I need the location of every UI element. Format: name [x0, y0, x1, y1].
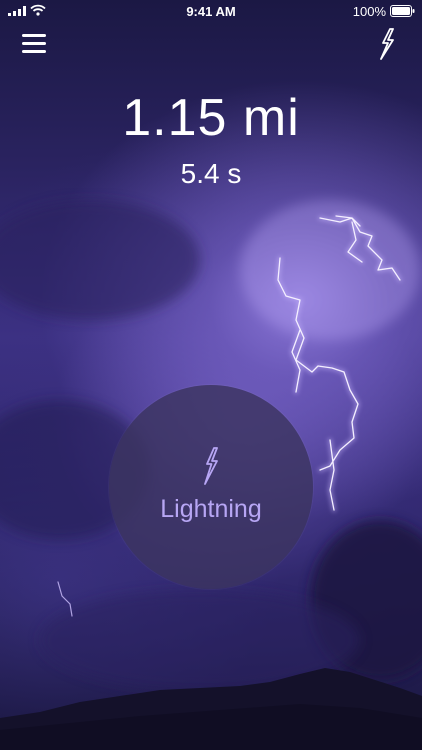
hamburger-menu-icon: [22, 34, 50, 53]
app-screen: 9:41 AM 100% 1.15 mi 5.4 s Lightning: [0, 0, 422, 750]
mountain-silhouette: [0, 668, 422, 750]
lightning-button-label: Lightning: [160, 495, 262, 523]
battery-percentage: 100%: [352, 4, 386, 19]
lightning-bolt-icon[interactable]: [378, 28, 396, 60]
lightning-button[interactable]: Lightning: [109, 385, 313, 589]
distance-readout: 1.15 mi: [122, 89, 300, 147]
status-bar: 9:41 AM 100%: [0, 0, 422, 22]
lightning-bolt-icon: [204, 447, 218, 485]
time-readout: 5.4 s: [180, 158, 242, 189]
menu-button[interactable]: [22, 34, 50, 56]
battery-icon: [390, 5, 415, 17]
